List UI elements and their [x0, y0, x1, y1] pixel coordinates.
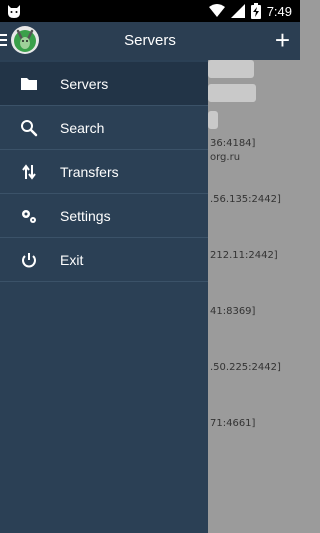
background-button — [208, 111, 218, 129]
folder-icon — [21, 78, 37, 90]
background-button — [208, 84, 256, 102]
search-icon — [21, 120, 38, 137]
power-icon — [22, 253, 36, 268]
status-bar: 7:49 — [0, 0, 300, 22]
drawer-item-label: Servers — [60, 76, 109, 92]
navigation-drawer: Servers Search Transfers Settings Exit — [0, 60, 208, 533]
list-item: org.ru — [210, 152, 241, 163]
list-item: 71:4661] — [210, 418, 256, 429]
list-item: .50.225:2442] — [210, 362, 281, 373]
drawer-item-transfers[interactable]: Transfers — [0, 150, 208, 194]
server-list-background — [208, 60, 300, 533]
drawer-item-settings[interactable]: Settings — [0, 194, 208, 238]
drawer-item-search[interactable]: Search — [0, 106, 208, 150]
list-item: 36:4184] — [210, 138, 256, 149]
drawer-item-label: Search — [60, 120, 105, 136]
plus-icon[interactable]: + — [275, 27, 290, 53]
app-bar: Servers + — [0, 22, 300, 60]
drawer-item-exit[interactable]: Exit — [0, 238, 208, 282]
drawer-item-servers[interactable]: Servers — [0, 62, 208, 106]
status-time: 7:49 — [266, 3, 292, 19]
battery-charging-icon — [250, 3, 261, 19]
page-title: Servers — [124, 32, 176, 49]
transfer-arrows-icon — [22, 164, 36, 180]
wifi-icon — [208, 4, 225, 17]
drawer-item-label: Settings — [60, 208, 111, 224]
drawer-item-label: Exit — [60, 252, 84, 268]
background-button — [208, 60, 254, 78]
drawer-item-label: Transfers — [60, 164, 119, 180]
list-item: .56.135:2442] — [210, 194, 281, 205]
app-notification-icon — [8, 5, 20, 18]
list-item: 212.11:2442] — [210, 250, 278, 261]
signal-icon — [230, 4, 245, 18]
gear-icon — [22, 210, 36, 223]
list-item: 41:8369] — [210, 306, 256, 317]
